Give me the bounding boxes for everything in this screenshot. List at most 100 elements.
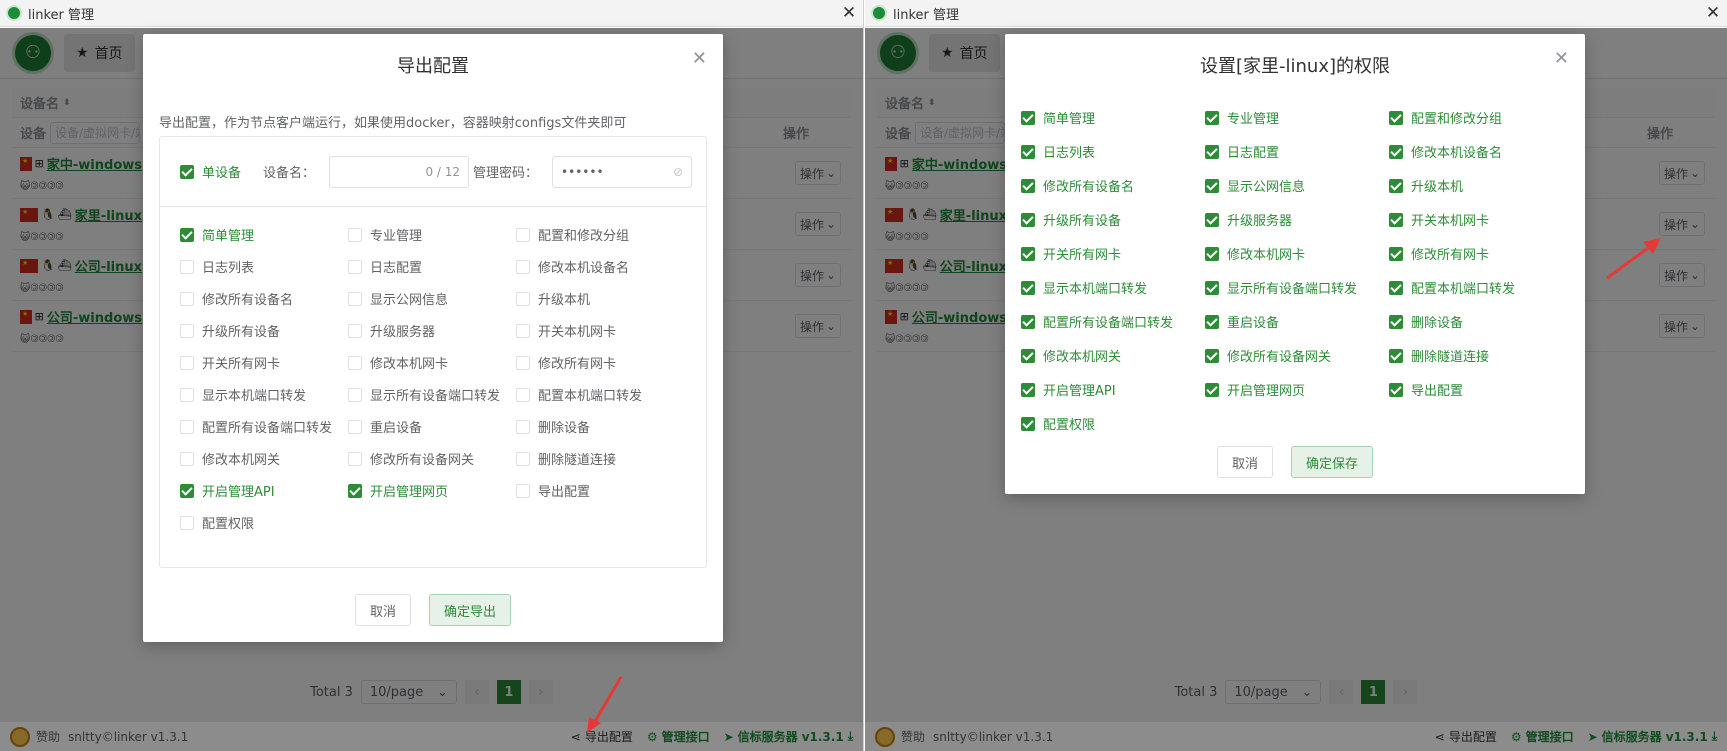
permission-checkbox[interactable]: 修改所有设备网关 (1205, 346, 1389, 365)
permission-checkbox[interactable]: 配置本机端口转发 (516, 385, 684, 404)
permission-checkbox[interactable]: 开启管理API (180, 481, 348, 500)
permission-label: 配置和修改分组 (538, 229, 630, 244)
permission-label: 简单管理 (1043, 112, 1096, 127)
dialog-close-icon[interactable]: ✕ (692, 48, 707, 69)
permission-checkbox[interactable]: 配置所有设备端口转发 (180, 417, 348, 436)
permission-checkbox[interactable]: 修改所有设备网关 (348, 449, 516, 468)
checked-box-icon (1021, 348, 1035, 363)
dialog-description: 导出配置，作为节点客户端运行，如果使用docker，容器映射configs文件夹… (159, 116, 627, 131)
unchecked-box-icon (348, 387, 362, 402)
permission-checkbox[interactable]: 配置所有设备端口转发 (1021, 312, 1205, 331)
permission-checkbox[interactable]: 删除隧道连接 (1389, 346, 1573, 365)
dialog-close-icon[interactable]: ✕ (1554, 48, 1569, 69)
unchecked-box-icon (348, 291, 362, 306)
permission-checkbox[interactable]: 简单管理 (1021, 108, 1205, 127)
password-input[interactable]: •••••• ⊘ (552, 155, 693, 188)
permission-checkbox[interactable]: 配置和修改分组 (1389, 108, 1573, 127)
permission-checkbox[interactable]: 修改所有设备名 (180, 289, 348, 308)
permission-checkbox[interactable]: 配置和修改分组 (516, 225, 684, 244)
permission-checkbox[interactable]: 简单管理 (180, 225, 348, 244)
permission-checkbox[interactable]: 修改所有网卡 (516, 353, 684, 372)
permission-label: 开启管理网页 (1227, 384, 1306, 399)
permission-checkbox[interactable]: 显示所有设备端口转发 (348, 385, 516, 404)
unchecked-box-icon (348, 451, 362, 466)
permission-checkbox[interactable]: 修改本机网关 (180, 449, 348, 468)
checked-box-icon (180, 483, 194, 498)
permission-label: 开关本机网卡 (1411, 214, 1490, 229)
permission-checkbox[interactable]: 开关所有网卡 (180, 353, 348, 372)
permission-checkbox[interactable]: 显示本机端口转发 (1021, 278, 1205, 297)
permission-checkbox[interactable]: 显示公网信息 (1205, 176, 1389, 195)
permission-checkbox[interactable]: 配置权限 (180, 513, 348, 532)
confirm-export-button[interactable]: 确定导出 (429, 594, 512, 626)
permission-checkbox[interactable]: 删除隧道连接 (516, 449, 684, 468)
permission-checkbox[interactable]: 修改本机设备名 (1389, 142, 1573, 161)
permission-checkbox[interactable]: 升级本机 (1389, 176, 1573, 195)
checked-box-icon (348, 483, 362, 498)
permission-checkbox[interactable]: 删除设备 (516, 417, 684, 436)
permission-checkbox[interactable]: 配置权限 (1021, 414, 1205, 433)
permission-checkbox[interactable]: 配置本机端口转发 (1389, 278, 1573, 297)
checked-box-icon (1205, 280, 1219, 295)
permission-checkbox[interactable]: 日志列表 (180, 257, 348, 276)
checked-box-icon (1021, 314, 1035, 329)
title-bar: linker 管理 ✕ (0, 0, 863, 27)
permission-checkbox[interactable]: 升级所有设备 (180, 321, 348, 340)
permission-checkbox[interactable]: 开关本机网卡 (516, 321, 684, 340)
permission-checkbox[interactable]: 开启管理网页 (1205, 380, 1389, 399)
permission-checkbox[interactable]: 日志配置 (348, 257, 516, 276)
permission-label: 重启设备 (1227, 316, 1280, 331)
permission-checkbox[interactable]: 显示所有设备端口转发 (1205, 278, 1389, 297)
eye-off-icon[interactable]: ⊘ (673, 165, 683, 179)
permission-checkbox[interactable]: 升级服务器 (1205, 210, 1389, 229)
permission-checkbox[interactable]: 修改本机网卡 (1205, 244, 1389, 263)
footer-overlay (0, 721, 863, 751)
permission-checkbox[interactable]: 修改所有设备名 (1021, 176, 1205, 195)
permission-label: 开启管理网页 (370, 485, 449, 500)
permission-checkbox[interactable]: 修改所有网卡 (1389, 244, 1573, 263)
permission-checkbox[interactable]: 升级所有设备 (1021, 210, 1205, 229)
single-device-checkbox[interactable]: 单设备 (180, 162, 241, 181)
permission-checkbox[interactable]: 升级本机 (516, 289, 684, 308)
permission-label: 显示公网信息 (1227, 180, 1306, 195)
permission-checkbox[interactable]: 导出配置 (516, 481, 684, 500)
permission-label: 专业管理 (370, 229, 423, 244)
permission-checkbox[interactable]: 显示本机端口转发 (180, 385, 348, 404)
checked-box-icon (1389, 314, 1403, 329)
permission-label: 开关所有网卡 (1043, 248, 1122, 263)
permission-label: 专业管理 (1227, 112, 1280, 127)
permission-label: 日志列表 (202, 261, 255, 276)
permission-checkbox[interactable]: 日志列表 (1021, 142, 1205, 161)
checked-box-icon (1389, 178, 1403, 193)
permission-checkbox[interactable]: 重启设备 (1205, 312, 1389, 331)
cancel-button[interactable]: 取消 (354, 594, 411, 626)
permission-checkbox[interactable]: 删除设备 (1389, 312, 1573, 331)
cancel-button[interactable]: 取消 (1216, 446, 1273, 478)
permission-checkbox[interactable]: 修改本机网关 (1021, 346, 1205, 365)
permission-label: 修改本机网卡 (1227, 248, 1306, 263)
confirm-save-button[interactable]: 确定保存 (1291, 446, 1374, 478)
permission-label: 修改本机网关 (202, 453, 281, 468)
permission-label: 升级服务器 (1227, 214, 1293, 229)
permission-checkbox[interactable]: 导出配置 (1389, 380, 1573, 399)
permission-checkbox[interactable]: 修改本机设备名 (516, 257, 684, 276)
password-label: 管理密码： (473, 166, 539, 181)
permission-label: 显示公网信息 (370, 293, 449, 308)
window-close-icon[interactable]: ✕ (1699, 3, 1727, 23)
permission-checkbox[interactable]: 修改本机网卡 (348, 353, 516, 372)
permission-label: 删除隧道连接 (1411, 350, 1490, 365)
permission-checkbox[interactable]: 升级服务器 (348, 321, 516, 340)
device-name-input[interactable]: 0 / 12 (329, 155, 470, 188)
unchecked-box-icon (180, 419, 194, 434)
permission-checkbox[interactable]: 重启设备 (348, 417, 516, 436)
permission-checkbox[interactable]: 开关所有网卡 (1021, 244, 1205, 263)
permission-checkbox[interactable]: 日志配置 (1205, 142, 1389, 161)
permission-checkbox[interactable]: 专业管理 (348, 225, 516, 244)
permission-checkbox[interactable]: 开启管理API (1021, 380, 1205, 399)
window-close-icon[interactable]: ✕ (835, 3, 863, 23)
permission-checkbox[interactable]: 开启管理网页 (348, 481, 516, 500)
permission-label: 配置权限 (1043, 418, 1096, 433)
permission-checkbox[interactable]: 专业管理 (1205, 108, 1389, 127)
permission-checkbox[interactable]: 开关本机网卡 (1389, 210, 1573, 229)
permission-checkbox[interactable]: 显示公网信息 (348, 289, 516, 308)
